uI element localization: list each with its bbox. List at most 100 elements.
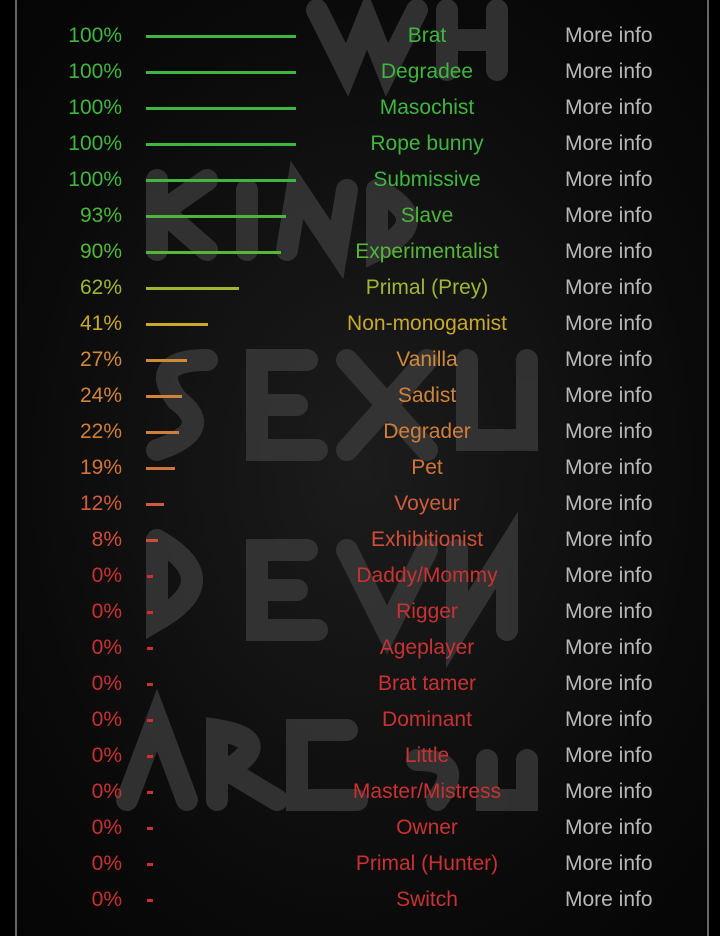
more-info-link[interactable]: More info bbox=[565, 744, 653, 768]
more-info-link[interactable]: More info bbox=[565, 528, 653, 552]
result-name: Submissive bbox=[373, 168, 481, 191]
percent-bar bbox=[146, 287, 239, 290]
percent-bar bbox=[146, 539, 158, 542]
more-info-link[interactable]: More info bbox=[565, 888, 653, 912]
percent-bar bbox=[146, 467, 175, 470]
percent-bar bbox=[146, 71, 296, 74]
percent-bar bbox=[146, 215, 286, 218]
more-info-link[interactable]: More info bbox=[565, 168, 653, 192]
result-name: Rope bunny bbox=[370, 132, 484, 155]
result-name: Rigger bbox=[396, 600, 458, 623]
result-name: Masochist bbox=[379, 96, 475, 119]
more-info-link[interactable]: More info bbox=[565, 312, 653, 336]
more-info-link[interactable]: More info bbox=[565, 96, 653, 120]
more-info-link[interactable]: More info bbox=[565, 276, 653, 300]
more-info-link[interactable]: More info bbox=[565, 132, 653, 156]
result-row: 100% Masochist More info bbox=[17, 90, 707, 126]
percent-label: 100% bbox=[68, 60, 122, 83]
percent-bar bbox=[146, 143, 296, 146]
percent-bar bbox=[146, 359, 187, 362]
percent-bar bbox=[146, 251, 281, 254]
more-info-link[interactable]: More info bbox=[565, 24, 653, 48]
more-info-link[interactable]: More info bbox=[565, 816, 653, 840]
percent-bar bbox=[147, 791, 153, 794]
result-row: 100% Submissive More info bbox=[17, 162, 707, 198]
percent-bar bbox=[146, 431, 179, 434]
result-row: 100% Rope bunny More info bbox=[17, 126, 707, 162]
percent-label: 0% bbox=[91, 852, 122, 875]
result-row: 19% Pet More info bbox=[17, 450, 707, 486]
result-name: Dominant bbox=[382, 708, 472, 731]
more-info-link[interactable]: More info bbox=[565, 420, 653, 444]
percent-bar bbox=[147, 575, 153, 578]
result-row: 0% Daddy/Mommy More info bbox=[17, 558, 707, 594]
result-row: 24% Sadist More info bbox=[17, 378, 707, 414]
more-info-link[interactable]: More info bbox=[565, 240, 653, 264]
percent-bar bbox=[146, 35, 296, 38]
more-info-link[interactable]: More info bbox=[565, 492, 653, 516]
more-info-link[interactable]: More info bbox=[565, 384, 653, 408]
percent-bar bbox=[146, 107, 296, 110]
result-row: 62% Primal (Prey) More info bbox=[17, 270, 707, 306]
result-row: 90% Experimentalist More info bbox=[17, 234, 707, 270]
percent-bar bbox=[146, 179, 296, 182]
more-info-link[interactable]: More info bbox=[565, 600, 653, 624]
percent-bar bbox=[147, 719, 153, 722]
result-row: 0% Ageplayer More info bbox=[17, 630, 707, 666]
result-name: Switch bbox=[396, 888, 458, 911]
more-info-link[interactable]: More info bbox=[565, 852, 653, 876]
percent-label: 0% bbox=[91, 672, 122, 695]
percent-label: 41% bbox=[79, 312, 122, 335]
result-name: Degradee bbox=[380, 60, 474, 83]
percent-label: 90% bbox=[79, 240, 122, 263]
percent-label: 0% bbox=[91, 708, 122, 731]
result-name: Sadist bbox=[397, 384, 457, 407]
result-name: Ageplayer bbox=[379, 636, 475, 659]
result-name: Primal (Hunter) bbox=[355, 852, 499, 875]
percent-bar bbox=[147, 827, 153, 830]
result-name: Degrader bbox=[383, 420, 471, 443]
percent-label: 0% bbox=[91, 816, 122, 839]
percent-label: 0% bbox=[91, 564, 122, 587]
result-row: 100% Brat More info bbox=[17, 18, 707, 54]
percent-label: 22% bbox=[79, 420, 122, 443]
more-info-link[interactable]: More info bbox=[565, 636, 653, 660]
percent-label: 0% bbox=[91, 888, 122, 911]
more-info-link[interactable]: More info bbox=[565, 780, 653, 804]
more-info-link[interactable]: More info bbox=[565, 204, 653, 228]
result-row: 0% Master/Mistress More info bbox=[17, 774, 707, 810]
percent-bar bbox=[147, 647, 153, 650]
results-panel: 100% Brat More info 100% Degradee More in… bbox=[15, 0, 709, 936]
percent-label: 100% bbox=[68, 96, 122, 119]
percent-label: 24% bbox=[79, 384, 122, 407]
more-info-link[interactable]: More info bbox=[565, 456, 653, 480]
result-row: 0% Primal (Hunter) More info bbox=[17, 846, 707, 882]
more-info-link[interactable]: More info bbox=[565, 672, 653, 696]
percent-label: 8% bbox=[91, 528, 122, 551]
result-row: 12% Voyeur More info bbox=[17, 486, 707, 522]
result-row: 8% Exhibitionist More info bbox=[17, 522, 707, 558]
result-name: Exhibitionist bbox=[370, 528, 484, 551]
more-info-link[interactable]: More info bbox=[565, 564, 653, 588]
result-row: 41% Non-monogamist More info bbox=[17, 306, 707, 342]
percent-label: 27% bbox=[79, 348, 122, 371]
percent-label: 0% bbox=[91, 636, 122, 659]
percent-label: 19% bbox=[79, 456, 122, 479]
percent-bar bbox=[147, 899, 153, 902]
result-row: 22% Degrader More info bbox=[17, 414, 707, 450]
result-name: Brat bbox=[407, 24, 447, 47]
result-name: Pet bbox=[411, 456, 443, 479]
percent-bar bbox=[147, 683, 153, 686]
more-info-link[interactable]: More info bbox=[565, 60, 653, 84]
percent-label: 93% bbox=[79, 204, 122, 227]
result-row: 0% Dominant More info bbox=[17, 702, 707, 738]
percent-bar bbox=[146, 503, 164, 506]
percent-bar bbox=[147, 755, 153, 758]
percent-label: 0% bbox=[91, 600, 122, 623]
more-info-link[interactable]: More info bbox=[565, 348, 653, 372]
more-info-link[interactable]: More info bbox=[565, 708, 653, 732]
percent-label: 100% bbox=[68, 132, 122, 155]
result-name: Primal (Prey) bbox=[365, 276, 489, 299]
result-name: Voyeur bbox=[394, 492, 460, 515]
result-row: 93% Slave More info bbox=[17, 198, 707, 234]
